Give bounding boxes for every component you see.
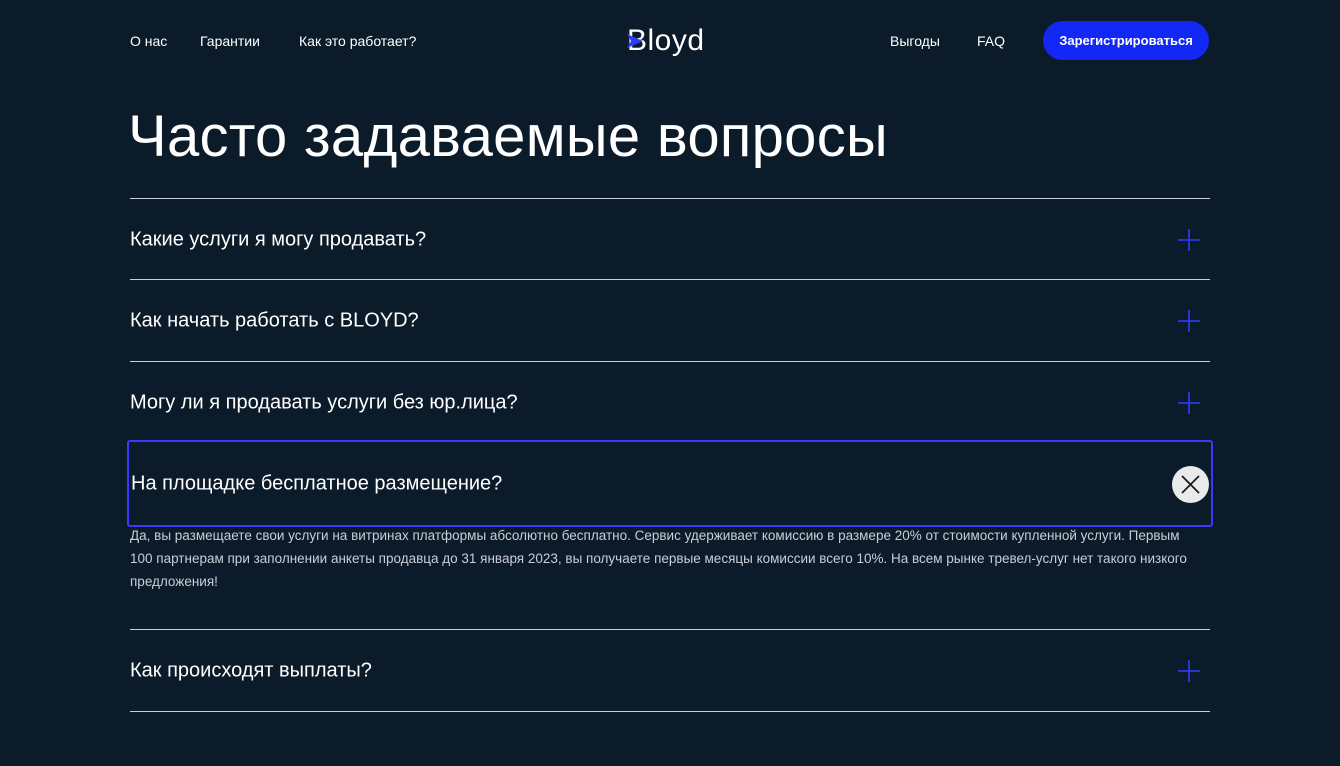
faq-question: Как начать работать с BLOYD? [130, 309, 419, 331]
faq-item[interactable]: Какие услуги я могу продавать? [130, 199, 1210, 280]
plus-icon[interactable] [1178, 309, 1200, 332]
close-icon [1181, 474, 1200, 494]
faq-answer: Да, вы размещаете свои услуги на витрина… [130, 528, 1187, 589]
page: О нас Гарантии Как это работает? Bloyd В… [0, 0, 1340, 766]
register-button[interactable]: Зарегистрироваться [1043, 21, 1209, 60]
logo-arrow-icon [627, 34, 643, 48]
nav-link-faq[interactable]: FAQ [977, 33, 1005, 49]
faq-question: На площадке бесплатное размещение? [131, 472, 503, 494]
nav-link-guarantees[interactable]: Гарантии [200, 33, 260, 49]
faq-item[interactable]: Могу ли я продавать услуги без юр.лица? [130, 362, 1210, 443]
faq-question: Могу ли я продавать услуги без юр.лица? [130, 391, 518, 413]
nav-link-benefits[interactable]: Выгоды [890, 33, 940, 49]
faq-item[interactable]: Как начать работать с BLOYD? [130, 280, 1210, 361]
site-header: О нас Гарантии Как это работает? Bloyd В… [130, 20, 1210, 62]
faq-item-active[interactable]: На площадке бесплатное размещение? [127, 440, 1213, 527]
faq-question: Какие услуги я могу продавать? [130, 228, 427, 250]
logo[interactable]: Bloyd [627, 21, 717, 61]
plus-icon[interactable] [1178, 659, 1200, 682]
plus-icon[interactable] [1178, 228, 1200, 251]
nav-link-how-it-works[interactable]: Как это работает? [299, 33, 416, 49]
page-title: Часто задаваемые вопросы [128, 104, 888, 169]
nav-link-about[interactable]: О нас [130, 33, 167, 49]
faq-question: Как происходят выплаты? [130, 659, 372, 681]
close-button[interactable] [1172, 465, 1209, 503]
faq-divider [130, 711, 1210, 712]
plus-icon[interactable] [1178, 391, 1200, 414]
faq-item[interactable]: Как происходят выплаты? [130, 630, 1210, 711]
